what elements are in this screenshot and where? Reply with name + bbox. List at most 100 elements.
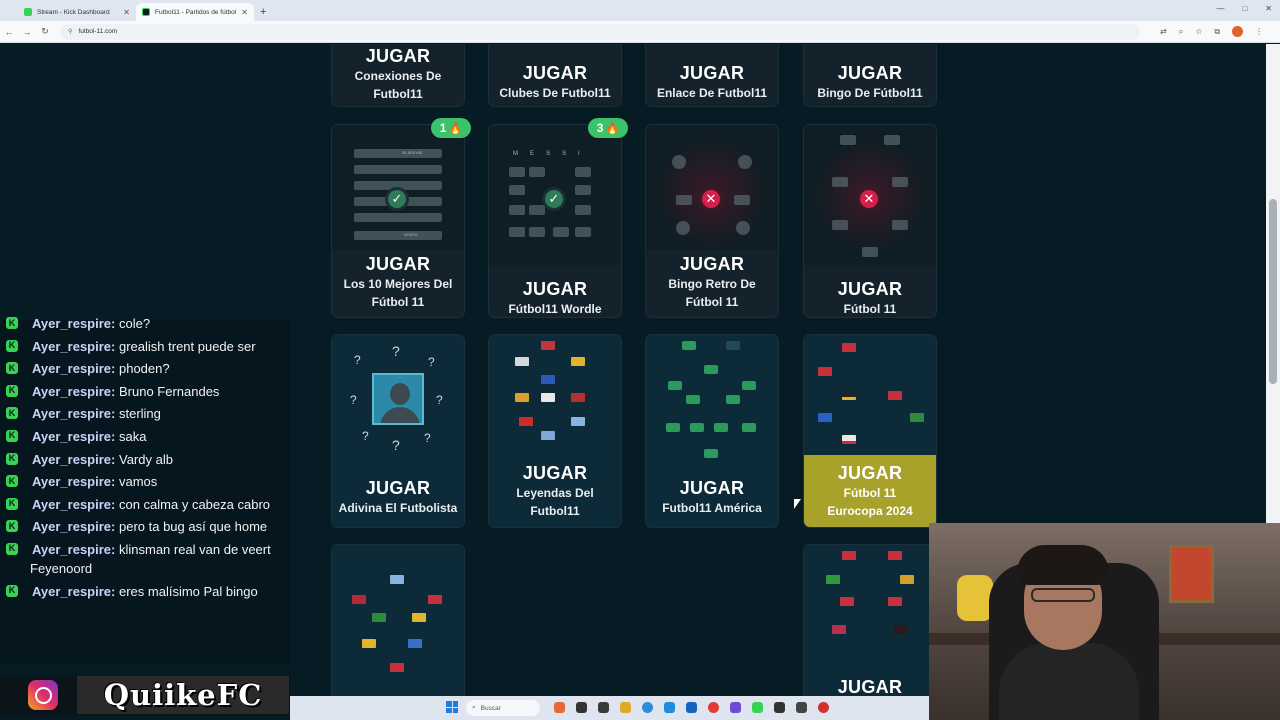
flag-icon [541, 393, 555, 402]
translate-icon[interactable]: ⇄ [1160, 27, 1167, 36]
site-info-icon[interactable]: ⚲ [68, 28, 72, 35]
windows-start-icon[interactable] [446, 701, 458, 713]
taskbar-app-icon[interactable] [796, 702, 807, 713]
tab-label: Stream - Kick Dashboard [37, 8, 110, 16]
game-title: Clubes De Futbol11 [499, 86, 611, 100]
flag-icon [571, 417, 585, 426]
tab-futbol11[interactable]: Futbol11 - Partidos de fútbol d ✕ [136, 3, 254, 21]
lineup-slot [892, 177, 908, 187]
game-card-enlace[interactable]: JUGAR Enlace De Futbol11 [646, 44, 778, 106]
taskbar-app-icon[interactable] [774, 702, 785, 713]
flag-icon [842, 343, 856, 352]
lineup-slot [832, 220, 848, 230]
game-card-top10[interactable]: DE BRUYNE MODRIC ✓ JUGAR Los 10 Mejores … [332, 125, 464, 317]
streamer-body [999, 643, 1139, 720]
question-mark-icon: ? [362, 429, 369, 443]
chat-message: K Ayer_respire: saka [6, 427, 286, 446]
player-photo [734, 195, 750, 205]
wordle-cell [553, 227, 569, 237]
chat-username: Ayer_respire: [32, 519, 116, 535]
lineup-slot [682, 341, 696, 350]
game-title: Los 10 Mejores Del Fútbol 11 [343, 277, 453, 309]
close-tab-icon[interactable]: ✕ [123, 8, 130, 17]
close-tab-icon[interactable]: ✕ [241, 8, 248, 17]
taskbar-app-icon[interactable] [576, 702, 587, 713]
kick-badge-icon: K [6, 520, 18, 533]
chat-username: Ayer_respire: [32, 451, 116, 467]
browser-tools: ⇄ ⌕ ☆ ⧉ ⋮ [1160, 26, 1263, 37]
tab-kick-dashboard[interactable]: Stream - Kick Dashboard ✕ [18, 3, 136, 21]
taskbar-app-icon[interactable] [730, 702, 741, 713]
scrollbar-thumb[interactable] [1269, 199, 1277, 384]
taskbar-app-icon[interactable] [620, 702, 631, 713]
chat-username: Ayer_respire: [32, 541, 116, 557]
chat-text: pero ta bug así que home [118, 519, 268, 535]
game-title: Conexiones De Futbol11 [354, 69, 442, 101]
card-footer: JUGAR Fútbol 11 Eurocopa 2024 [804, 455, 936, 527]
game-card-clubes[interactable]: JUGAR Clubes De Futbol11 [489, 44, 621, 106]
chat-message: K Ayer_respire: con calma y cabeza cabro [6, 495, 286, 514]
player-name-bottom: MODRIC [404, 233, 419, 237]
close-window-icon[interactable]: ✕ [1265, 4, 1272, 13]
player-name-top: DE BRUYNE [402, 151, 423, 155]
minimize-icon[interactable]: — [1216, 4, 1224, 13]
game-card-futbol11[interactable]: ✕ JUGAR Fútbol 11 [804, 125, 936, 317]
taskbar-search[interactable]: ⌕ Buscar [466, 700, 540, 716]
game-title: Leyendas Del Futbol11 [516, 486, 594, 518]
flag-icon [888, 391, 902, 400]
extensions-icon[interactable]: ⧉ [1214, 27, 1220, 37]
question-mark-icon: ? [428, 355, 435, 369]
glasses [1031, 588, 1095, 602]
forward-icon[interactable]: → [18, 27, 36, 37]
chat-text: con calma y cabeza cabro [118, 496, 271, 512]
taskbar-app-icon[interactable] [818, 702, 829, 713]
back-icon[interactable]: ← [0, 27, 18, 37]
game-card-adivina[interactable]: ? ? ? ? ? ? ? ? JUGAR Adivina El Futboli… [332, 335, 464, 527]
game-card-conexiones[interactable]: JUGAR Conexiones De Futbol11 [332, 44, 464, 106]
kick-badge-icon: K [6, 452, 18, 465]
chat-username: Ayer_respire: [32, 361, 116, 377]
flag-icon [571, 357, 585, 366]
game-card-row4-1[interactable] [332, 545, 464, 696]
new-tab-button[interactable]: + [260, 6, 266, 18]
completed-check-icon: ✓ [385, 187, 409, 211]
game-card-eurocopa[interactable]: JUGAR Fútbol 11 Eurocopa 2024 [804, 335, 936, 527]
url-text: futbol-11.com [78, 28, 118, 35]
lineup-slot [726, 341, 740, 350]
taskbar-app-icon[interactable] [752, 702, 763, 713]
lineup-slot [840, 135, 856, 145]
game-card-bingo[interactable]: JUGAR Bingo De Fútbol11 [804, 44, 936, 106]
zoom-icon[interactable]: ⌕ [1179, 27, 1183, 37]
taskbar-app-icon[interactable] [598, 702, 609, 713]
taskbar-app-icon[interactable] [686, 702, 697, 713]
menu-icon[interactable]: ⋮ [1255, 27, 1263, 36]
chat-username: Ayer_respire: [32, 428, 116, 444]
jugar-label: JUGAR [837, 677, 903, 696]
jugar-label: JUGAR [679, 254, 745, 274]
jugar-label: JUGAR [522, 279, 588, 299]
taskbar-app-icon[interactable] [664, 702, 675, 713]
game-card-row4-4[interactable]: JUGAR [804, 545, 936, 696]
url-field[interactable]: ⚲ futbol-11.com [60, 23, 1140, 40]
taskbar-app-icon[interactable] [554, 702, 565, 713]
flag-icon [541, 431, 555, 440]
game-card-america[interactable]: JUGAR Futbol11 América [646, 335, 778, 527]
taskbar-app-icon[interactable] [708, 702, 719, 713]
chat-message: K Ayer_respire: cole? [6, 314, 286, 333]
streamer-name: QuiikeFC [77, 676, 289, 714]
bookmark-star-icon[interactable]: ☆ [1195, 27, 1202, 36]
game-card-bingo-retro[interactable]: ✕ JUGAR Bingo Retro De Fútbol 11 [646, 125, 778, 317]
game-card-leyendas[interactable]: JUGAR Leyendas Del Futbol11 [489, 335, 621, 527]
kick-badge-icon: K [6, 384, 18, 397]
maximize-icon[interactable]: □ [1242, 4, 1247, 13]
wordle-cell [509, 205, 525, 215]
jugar-label: JUGAR [679, 478, 745, 498]
taskbar-app-icon[interactable] [642, 702, 653, 713]
profile-avatar[interactable] [1232, 26, 1244, 37]
chat-username: Ayer_respire: [32, 338, 116, 354]
game-card-wordle[interactable]: MESSI ✓ JUGAR Fútbol11 Wordle [489, 125, 621, 317]
reload-icon[interactable]: ↻ [36, 26, 54, 37]
flag-icon [515, 393, 529, 402]
streamer-hair [1017, 545, 1109, 585]
card-footer: JUGAR Bingo De Fútbol11 [804, 44, 936, 106]
